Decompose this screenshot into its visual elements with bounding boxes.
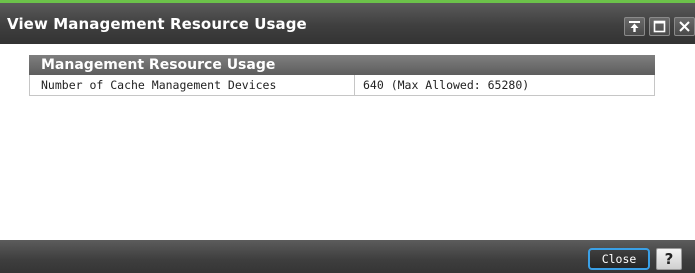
row-label: Number of Cache Management Devices <box>30 75 355 95</box>
pin-button[interactable] <box>624 17 645 36</box>
window-title: View Management Resource Usage <box>7 15 307 33</box>
dialog-window: View Management Resource Usage Managemen… <box>0 0 695 273</box>
dialog-footer: Close ? <box>0 240 695 273</box>
window-controls <box>624 17 695 36</box>
maximize-button[interactable] <box>649 17 670 36</box>
pin-icon <box>628 20 641 33</box>
close-icon <box>678 20 691 33</box>
close-button[interactable]: Close <box>588 248 650 270</box>
maximize-icon <box>653 20 666 33</box>
table-row: Number of Cache Management Devices 640 (… <box>29 75 655 96</box>
close-window-button[interactable] <box>674 17 695 36</box>
panel-header: Management Resource Usage <box>29 55 655 75</box>
help-button[interactable]: ? <box>656 248 682 270</box>
row-value: 640 (Max Allowed: 65280) <box>363 78 530 92</box>
title-bar: View Management Resource Usage <box>0 0 695 44</box>
resource-usage-panel: Management Resource Usage Number of Cach… <box>29 55 655 96</box>
